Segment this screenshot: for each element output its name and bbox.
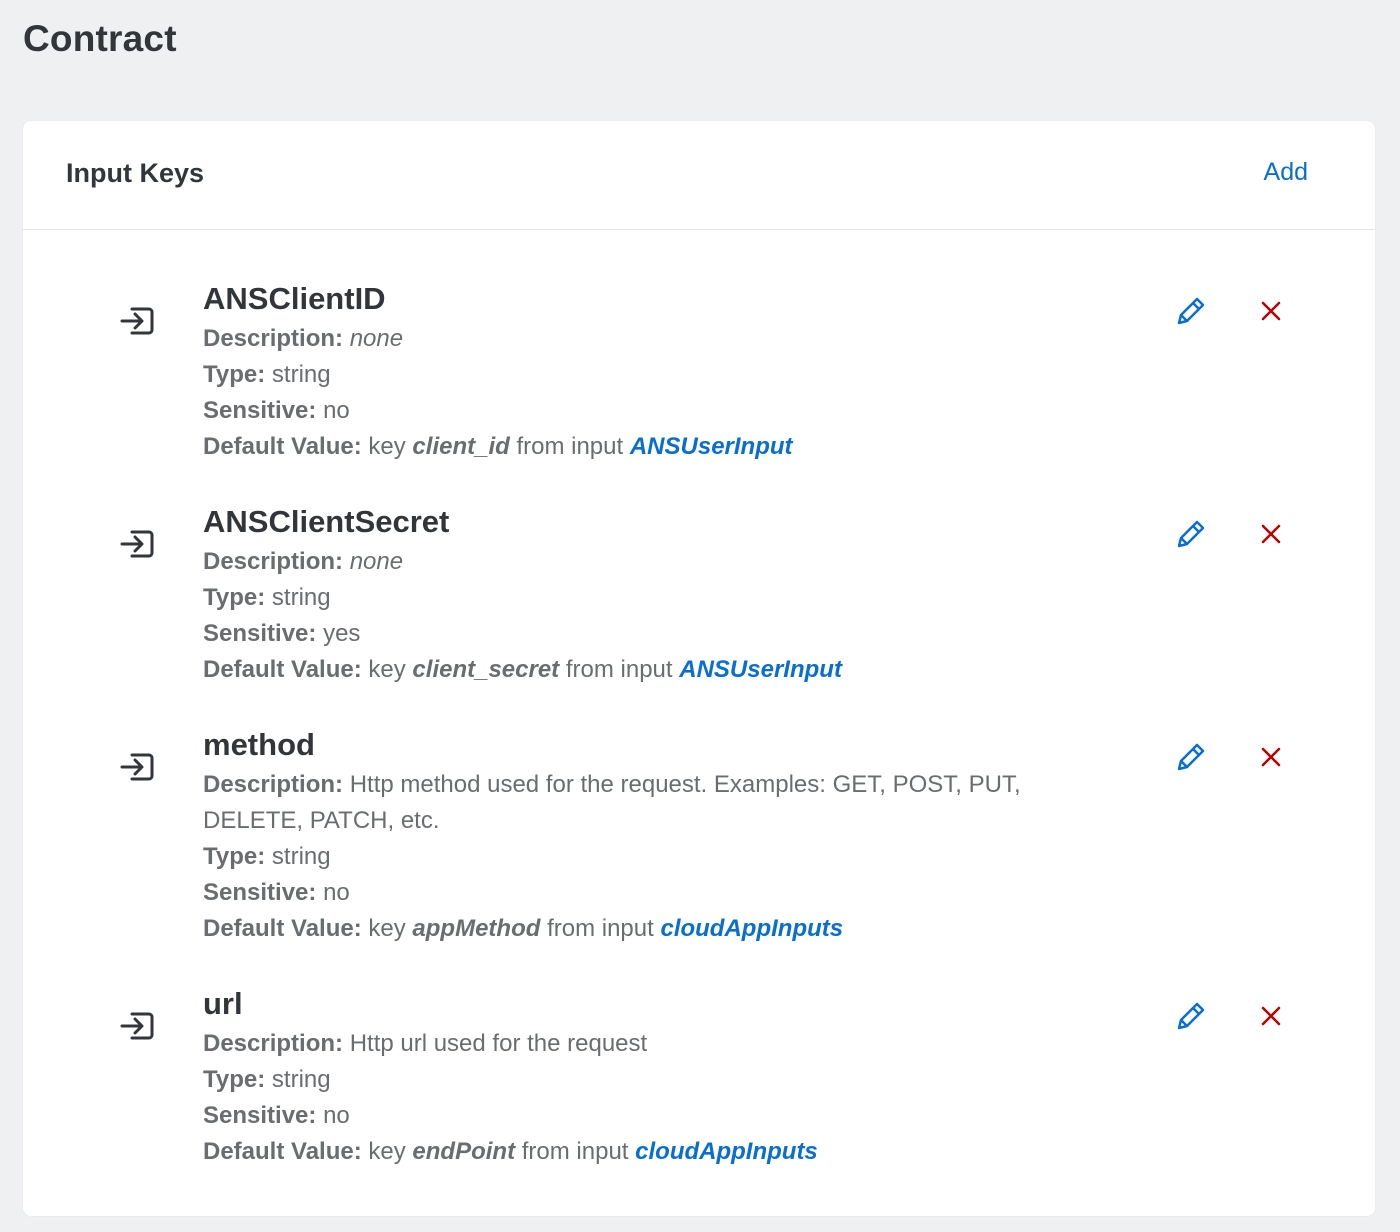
type-row: Type: string [203,839,1073,875]
sensitive-value: no [323,879,350,906]
card-header: Input Keys Add [23,121,1375,230]
entry-name: ANSClientSecret [203,504,450,539]
page-title: Contract [23,18,177,59]
type-value: string [271,1066,331,1093]
description-row: Description: none [203,321,1073,357]
description-row: Description: Http url used for the reque… [203,1026,1073,1062]
entry-details: ANSClientSecret Description: none Type: … [203,504,1073,688]
card-title: Input Keys [66,158,205,188]
close-icon [1261,1006,1281,1026]
type-label: Type: [203,1066,266,1093]
edit-button[interactable] [1173,739,1209,775]
default-key: appMethod [412,915,541,942]
sensitive-label: Sensitive: [203,1102,317,1129]
description-label: Description: [203,771,344,798]
type-row: Type: string [203,1062,1073,1098]
sensitive-label: Sensitive: [203,397,317,424]
log-in-icon [120,753,154,781]
default-value-row: Default Value: key client_secret from in… [203,652,1073,688]
log-in-icon [120,307,154,335]
edit-button[interactable] [1173,998,1209,1034]
entry-name: ANSClientID [203,281,386,316]
from-input-text: from input [521,1138,629,1165]
description-label: Description: [203,1030,344,1057]
type-value: string [271,843,331,870]
sensitive-label: Sensitive: [203,620,317,647]
sensitive-row: Sensitive: yes [203,616,1073,652]
type-label: Type: [203,843,266,870]
entry-details: method Description: Http method used for… [203,727,1073,947]
default-value-label: Default Value: [203,1138,362,1165]
close-icon [1261,524,1281,544]
default-key: client_id [412,433,510,460]
sensitive-value: no [323,1102,350,1129]
close-icon [1261,747,1281,767]
delete-button[interactable] [1253,739,1289,775]
delete-button[interactable] [1253,516,1289,552]
type-label: Type: [203,361,266,388]
edit-button[interactable] [1173,516,1209,552]
entry-name: url [203,986,243,1021]
description-value: none [349,325,404,352]
type-value: string [271,584,331,611]
default-input-link[interactable]: ANSUserInput [630,433,793,460]
entry-details: url Description: Http url used for the r… [203,986,1073,1170]
sensitive-value: no [323,397,350,424]
from-input-text: from input [547,915,654,942]
sensitive-label: Sensitive: [203,879,317,906]
description-row: Description: none [203,544,1073,580]
key-word: key [368,656,406,683]
default-input-link[interactable]: ANSUserInput [679,656,842,683]
sensitive-row: Sensitive: no [203,393,1073,429]
pencil-icon [1177,297,1205,325]
description-label: Description: [203,325,344,352]
log-in-icon [120,530,154,558]
key-word: key [368,1138,406,1165]
sensitive-value: yes [323,620,361,647]
edit-button[interactable] [1173,293,1209,329]
delete-button[interactable] [1253,998,1289,1034]
default-key: endPoint [412,1138,516,1165]
description-value: none [349,548,404,575]
description-label: Description: [203,548,344,575]
default-key: client_secret [412,656,560,683]
key-word: key [368,433,406,460]
add-button[interactable]: Add [1264,158,1308,187]
key-word: key [368,915,406,942]
type-row: Type: string [203,580,1073,616]
description-row: Description: Http method used for the re… [203,767,1073,839]
description-value: Http url used for the request [349,1030,648,1057]
type-row: Type: string [203,357,1073,393]
default-input-link[interactable]: cloudAppInputs [660,915,843,942]
sensitive-row: Sensitive: no [203,1098,1073,1134]
entry-details: ANSClientID Description: none Type: stri… [203,281,1073,465]
default-value-row: Default Value: key appMethod from input … [203,911,1073,947]
default-value-row: Default Value: key endPoint from input c… [203,1134,1073,1170]
log-in-icon [120,1012,154,1040]
type-label: Type: [203,584,266,611]
from-input-text: from input [565,656,673,683]
default-input-link[interactable]: cloudAppInputs [635,1138,818,1165]
pencil-icon [1177,1002,1205,1030]
default-value-label: Default Value: [203,433,362,460]
default-value-row: Default Value: key client_id from input … [203,429,1073,465]
default-value-label: Default Value: [203,656,362,683]
pencil-icon [1177,520,1205,548]
sensitive-row: Sensitive: no [203,875,1073,911]
pencil-icon [1177,743,1205,771]
close-icon [1261,301,1281,321]
type-value: string [271,361,331,388]
entry-name: method [203,727,315,762]
delete-button[interactable] [1253,293,1289,329]
from-input-text: from input [516,433,624,460]
input-keys-card: Input Keys Add ANSClientID Description: … [23,121,1375,1216]
default-value-label: Default Value: [203,915,362,942]
